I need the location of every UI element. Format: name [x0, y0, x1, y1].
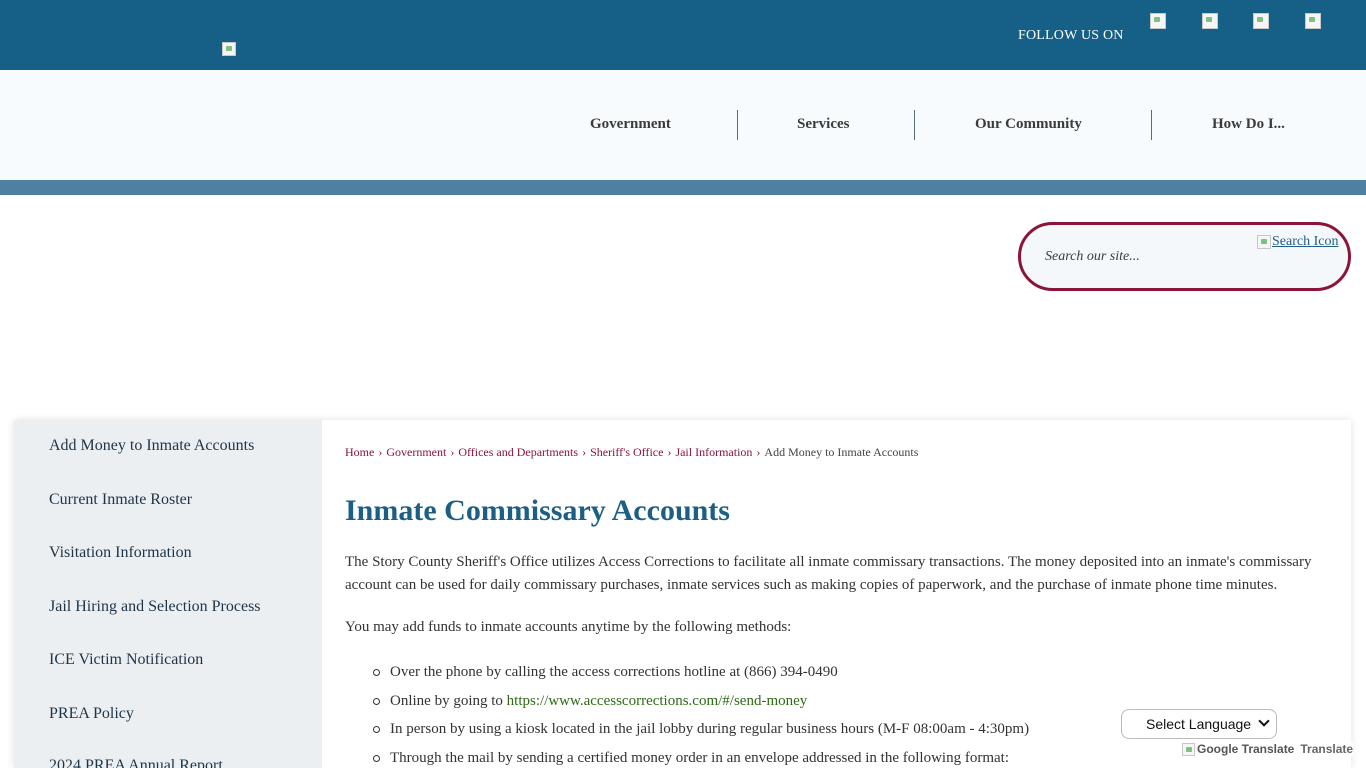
breadcrumb-jail-info[interactable]: Jail Information: [675, 445, 752, 459]
site-logo[interactable]: [222, 42, 236, 56]
breadcrumb-government[interactable]: Government: [386, 445, 446, 459]
google-translate-logo-icon: [1182, 742, 1195, 756]
sidebar-item-visitation[interactable]: Visitation Information: [49, 544, 192, 562]
google-translate-badge[interactable]: Google Translate Translate: [1182, 742, 1354, 756]
nav-services[interactable]: Services: [797, 116, 849, 133]
access-corrections-link[interactable]: https://www.accesscorrections.com/#/send…: [507, 693, 808, 709]
list-item: Online by going to https://www.accesscor…: [370, 689, 1029, 718]
nav-how-do-i[interactable]: How Do I...: [1212, 116, 1285, 133]
list-item-text: In person by using a kiosk located in th…: [390, 721, 1030, 737]
list-item: Over the phone by calling the access cor…: [370, 660, 1029, 689]
breadcrumb-separator: ›: [378, 445, 383, 459]
methods-intro: You may add funds to inmate accounts any…: [345, 619, 792, 635]
sidebar-item-add-money[interactable]: Add Money to Inmate Accounts: [49, 437, 254, 455]
youtube-icon[interactable]: [1305, 13, 1321, 29]
nav-divider: [737, 110, 738, 140]
breadcrumb-offices[interactable]: Offices and Departments: [458, 445, 578, 459]
nav-divider: [914, 110, 915, 140]
methods-list: Over the phone by calling the access cor…: [370, 660, 1029, 768]
list-item-text: Over the phone by calling the access cor…: [390, 664, 838, 680]
intro-paragraph: The Story County Sheriff's Office utiliz…: [345, 554, 1312, 593]
nav-government[interactable]: Government: [590, 116, 671, 133]
breadcrumb-sheriff[interactable]: Sheriff's Office: [590, 445, 663, 459]
list-item: In person by using a kiosk located in th…: [370, 717, 1029, 746]
search-box: Search Icon: [1018, 222, 1351, 291]
broken-image-icon: [1257, 235, 1271, 249]
search-icon[interactable]: Search Icon: [1257, 234, 1338, 250]
translate-label: Translate: [1300, 742, 1354, 756]
sidebar-item-prea-policy[interactable]: PREA Policy: [49, 705, 134, 723]
language-select-label: Select Language: [1146, 716, 1252, 732]
instagram-icon[interactable]: [1253, 13, 1269, 29]
sidebar-item-ice-victim[interactable]: ICE Victim Notification: [49, 651, 203, 669]
list-item: Through the mail by sending a certified …: [370, 746, 1029, 768]
list-item-text: Through the mail by sending a certified …: [390, 749, 1009, 766]
sidebar-item-inmate-roster[interactable]: Current Inmate Roster: [49, 491, 192, 509]
breadcrumb-separator: ›: [667, 445, 672, 459]
page-title: Inmate Commissary Accounts: [345, 494, 730, 527]
header-stripe: [0, 180, 1366, 195]
breadcrumb-home[interactable]: Home: [345, 445, 374, 459]
nav-divider: [1151, 110, 1152, 140]
facebook-icon[interactable]: [1150, 13, 1166, 29]
breadcrumb: Home › Government › Offices and Departments ›…: [345, 445, 918, 460]
search-input[interactable]: [1045, 245, 1245, 269]
breadcrumb-separator: ›: [450, 445, 455, 459]
twitter-icon[interactable]: [1202, 13, 1218, 29]
chevron-down-icon: [1258, 715, 1270, 727]
breadcrumb-current: Add Money to Inmate Accounts: [764, 445, 919, 459]
follow-us-label: FOLLOW US ON: [1018, 28, 1124, 43]
nav-our-community[interactable]: Our Community: [975, 116, 1082, 133]
google-translate-alt: Google Translate: [1197, 742, 1295, 756]
list-item-text: Online by going to: [390, 692, 507, 709]
sidebar-item-prea-report[interactable]: 2024 PREA Annual Report: [49, 757, 223, 768]
sidebar-item-jail-hiring[interactable]: Jail Hiring and Selection Process: [49, 598, 261, 616]
sidebar: Add Money to Inmate Accounts Current Inm…: [14, 420, 322, 768]
main-nav: Government Services Our Community How Do…: [0, 70, 1366, 180]
breadcrumb-separator: ›: [756, 445, 761, 459]
breadcrumb-separator: ›: [582, 445, 587, 459]
language-select[interactable]: Select Language: [1121, 709, 1277, 739]
top-bar: FOLLOW US ON: [0, 0, 1366, 70]
search-icon-alt: Search Icon: [1272, 234, 1339, 249]
